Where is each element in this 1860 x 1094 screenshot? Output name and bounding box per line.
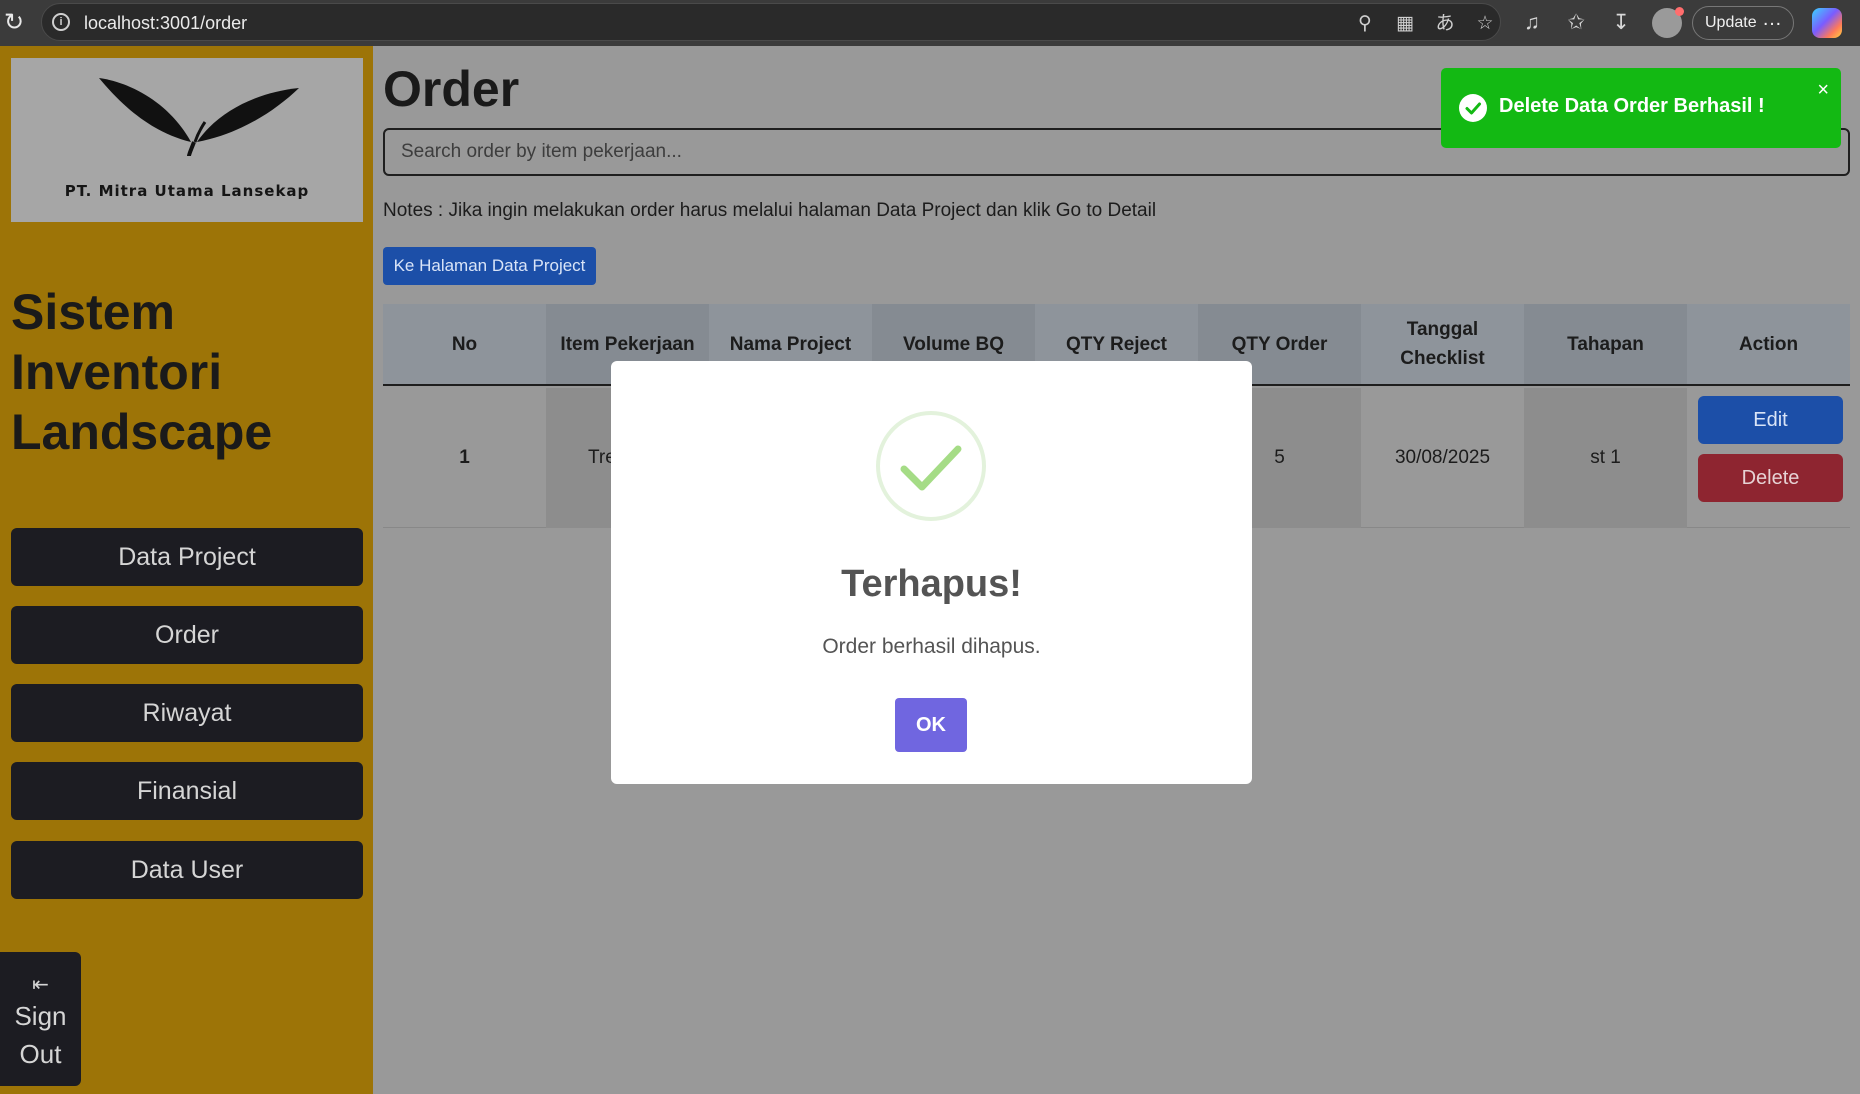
url-text: localhost:3001/order xyxy=(84,13,248,33)
company-logo: PT. Mitra Utama Lansekap xyxy=(11,58,363,222)
nav-data-user[interactable]: Data User xyxy=(11,841,363,899)
key-icon[interactable]: ⚲ xyxy=(1354,13,1376,35)
toast-message: Delete Data Order Berhasil ! xyxy=(1499,95,1765,117)
profile-avatar-icon[interactable] xyxy=(1652,7,1684,38)
update-button[interactable]: Update … xyxy=(1692,6,1794,40)
header-no: No xyxy=(383,304,546,384)
close-icon[interactable]: × xyxy=(1817,80,1829,100)
sign-out-button[interactable]: ⇤ Sign Out xyxy=(0,952,81,1086)
header-action: Action xyxy=(1687,304,1850,384)
delete-button[interactable]: Delete xyxy=(1698,454,1843,502)
page-title: Order xyxy=(383,61,520,117)
sidebar: PT. Mitra Utama Lansekap Sistem Inventor… xyxy=(0,46,373,1094)
translate-icon[interactable]: あ xyxy=(1434,13,1456,35)
media-control-icon[interactable]: ♫ xyxy=(1519,10,1545,36)
leaf-logo-icon xyxy=(99,78,299,156)
cell-tanggal-checklist: 30/08/2025 xyxy=(1394,447,1491,468)
ok-button[interactable]: OK xyxy=(895,698,967,752)
success-circle-icon xyxy=(1459,94,1487,122)
header-tahapan: Tahapan xyxy=(1524,304,1687,384)
edit-button[interactable]: Edit xyxy=(1698,396,1843,444)
dialog-message: Order berhasil dihapus. xyxy=(822,635,1041,658)
to-data-project-button[interactable]: Ke Halaman Data Project xyxy=(383,247,596,285)
nav-finansial[interactable]: Finansial xyxy=(11,762,363,820)
nav-riwayat[interactable]: Riwayat xyxy=(11,684,363,742)
sign-out-label-line1: Sign xyxy=(14,1001,67,1031)
toast-check-icon xyxy=(1465,102,1481,115)
apps-icon[interactable]: ▦ xyxy=(1394,13,1416,35)
sign-out-label-line2: Out xyxy=(19,1039,62,1069)
browser-toolbar: ↻ i localhost:3001/order ⚲ ▦ あ ☆ ♫ ✩ ↧ U… xyxy=(0,0,1860,46)
success-dialog: Terhapus! Order berhasil dihapus. OK xyxy=(611,361,1252,784)
nav-data-project[interactable]: Data Project xyxy=(11,528,363,586)
site-info-icon[interactable]: i xyxy=(52,13,70,31)
company-name: PT. Mitra Utama Lansekap xyxy=(64,182,310,200)
success-check-icon xyxy=(876,411,986,521)
downloads-icon[interactable]: ↧ xyxy=(1608,10,1634,36)
favorites-icon[interactable]: ✩ xyxy=(1563,10,1589,36)
app-title: Sistem Inventori Landscape xyxy=(11,284,273,460)
check-mark-icon xyxy=(900,445,962,491)
toast-notification: Delete Data Order Berhasil ! × xyxy=(1441,68,1841,148)
reload-icon[interactable]: ↻ xyxy=(2,11,26,35)
copilot-icon[interactable] xyxy=(1812,8,1842,38)
address-bar[interactable]: i localhost:3001/order ⚲ ▦ あ ☆ xyxy=(41,3,1501,41)
dialog-title: Terhapus! xyxy=(841,563,1022,605)
sign-out-icon: ⇤ xyxy=(32,974,49,996)
cell-tahapan: st 1 xyxy=(1524,388,1687,528)
more-menu-icon[interactable]: … xyxy=(1762,3,1783,35)
nav-order[interactable]: Order xyxy=(11,606,363,664)
notes-text: Notes : Jika ingin melakukan order harus… xyxy=(383,200,1157,221)
header-tanggal-checklist: Tanggal Checklist xyxy=(1361,304,1524,384)
favorite-star-icon[interactable]: ☆ xyxy=(1474,13,1496,35)
cell-no: 1 xyxy=(459,447,470,468)
